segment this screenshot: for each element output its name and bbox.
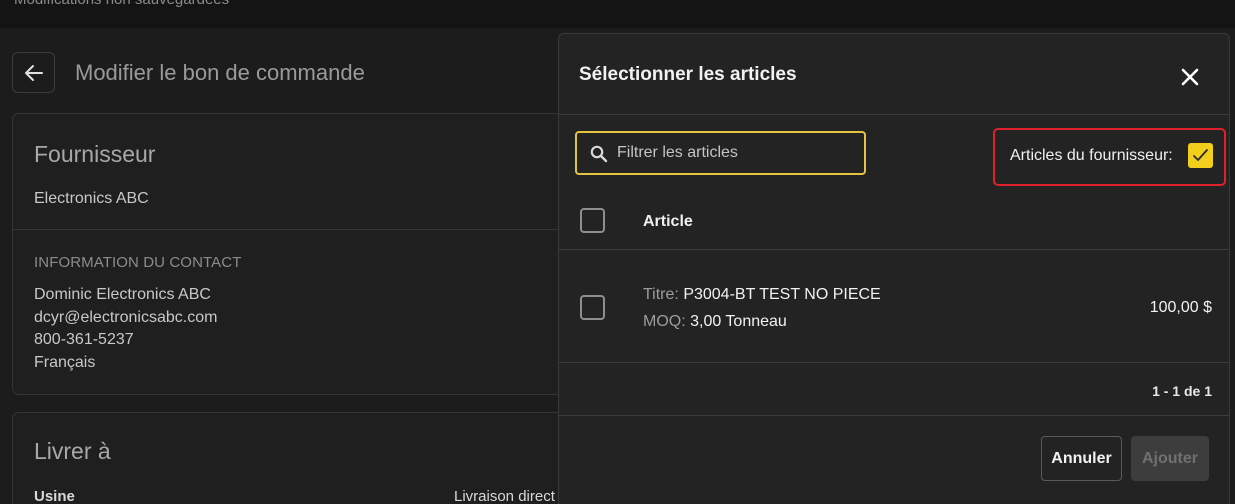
delivery-section-title: Livrer à bbox=[34, 438, 111, 464]
filter-input[interactable] bbox=[617, 142, 857, 164]
delivery-card: Livrer à Usine Livraison direct bbox=[12, 412, 582, 504]
table-header-divider bbox=[559, 249, 1229, 250]
supplier-items-checkbox[interactable] bbox=[1188, 143, 1213, 168]
supplier-section-title: Fournisseur bbox=[34, 141, 156, 167]
checkmark-icon bbox=[1193, 149, 1208, 161]
cancel-button[interactable]: Annuler bbox=[1041, 436, 1122, 481]
item-title: Titre: P3004-BT TEST NO PIECE bbox=[643, 286, 881, 304]
supplier-card: Fournisseur Electronics ABC INFORMATION … bbox=[12, 113, 583, 395]
item-moq: MOQ: 3,00 Tonneau bbox=[643, 313, 787, 331]
banner-text: Modifications non sauvegardées bbox=[14, 0, 229, 8]
contact-info-label: INFORMATION DU CONTACT bbox=[34, 254, 242, 271]
item-title-value: P3004-BT TEST NO PIECE bbox=[683, 286, 881, 303]
page-title: Modifier le bon de commande bbox=[75, 60, 365, 85]
contact-language: Français bbox=[34, 354, 96, 371]
footer-divider bbox=[559, 415, 1229, 416]
row-divider bbox=[559, 362, 1229, 363]
row-checkbox[interactable] bbox=[580, 295, 605, 320]
modal-title: Sélectionner les articles bbox=[579, 64, 797, 85]
arrow-left-icon bbox=[25, 65, 43, 81]
pagination-label: 1 - 1 de 1 bbox=[1152, 383, 1212, 399]
contact-email: dcyr@electronicsabc.com bbox=[34, 309, 218, 326]
close-button[interactable] bbox=[1179, 66, 1201, 88]
item-price: 100,00 $ bbox=[1149, 299, 1212, 316]
item-title-label: Titre: bbox=[643, 286, 679, 303]
supplier-items-filter: Articles du fournisseur: bbox=[993, 128, 1226, 186]
add-button[interactable]: Ajouter bbox=[1131, 436, 1209, 481]
select-items-modal: Sélectionner les articles Articles du fo… bbox=[558, 33, 1230, 504]
back-button[interactable] bbox=[12, 52, 55, 93]
select-all-checkbox[interactable] bbox=[580, 208, 605, 233]
contact-phone: 800-361-5237 bbox=[34, 331, 134, 348]
article-column-header: Article bbox=[643, 213, 693, 230]
close-icon bbox=[1181, 68, 1199, 86]
supplier-name: Electronics ABC bbox=[34, 190, 149, 207]
item-moq-value: 3,00 Tonneau bbox=[690, 313, 787, 330]
card-divider bbox=[13, 229, 583, 230]
supplier-items-label: Articles du fournisseur: bbox=[1010, 147, 1173, 164]
usine-label: Usine bbox=[34, 488, 75, 504]
search-icon bbox=[590, 145, 608, 163]
item-moq-label: MOQ: bbox=[643, 313, 686, 330]
modal-header-divider bbox=[559, 114, 1229, 115]
unsaved-changes-banner: Modifications non sauvegardées bbox=[0, 0, 1235, 28]
page: Modifications non sauvegardées Modifier … bbox=[0, 0, 1235, 504]
direct-delivery-label: Livraison direct bbox=[454, 488, 555, 504]
filter-search-box[interactable] bbox=[575, 131, 866, 175]
contact-name: Dominic Electronics ABC bbox=[34, 286, 211, 303]
